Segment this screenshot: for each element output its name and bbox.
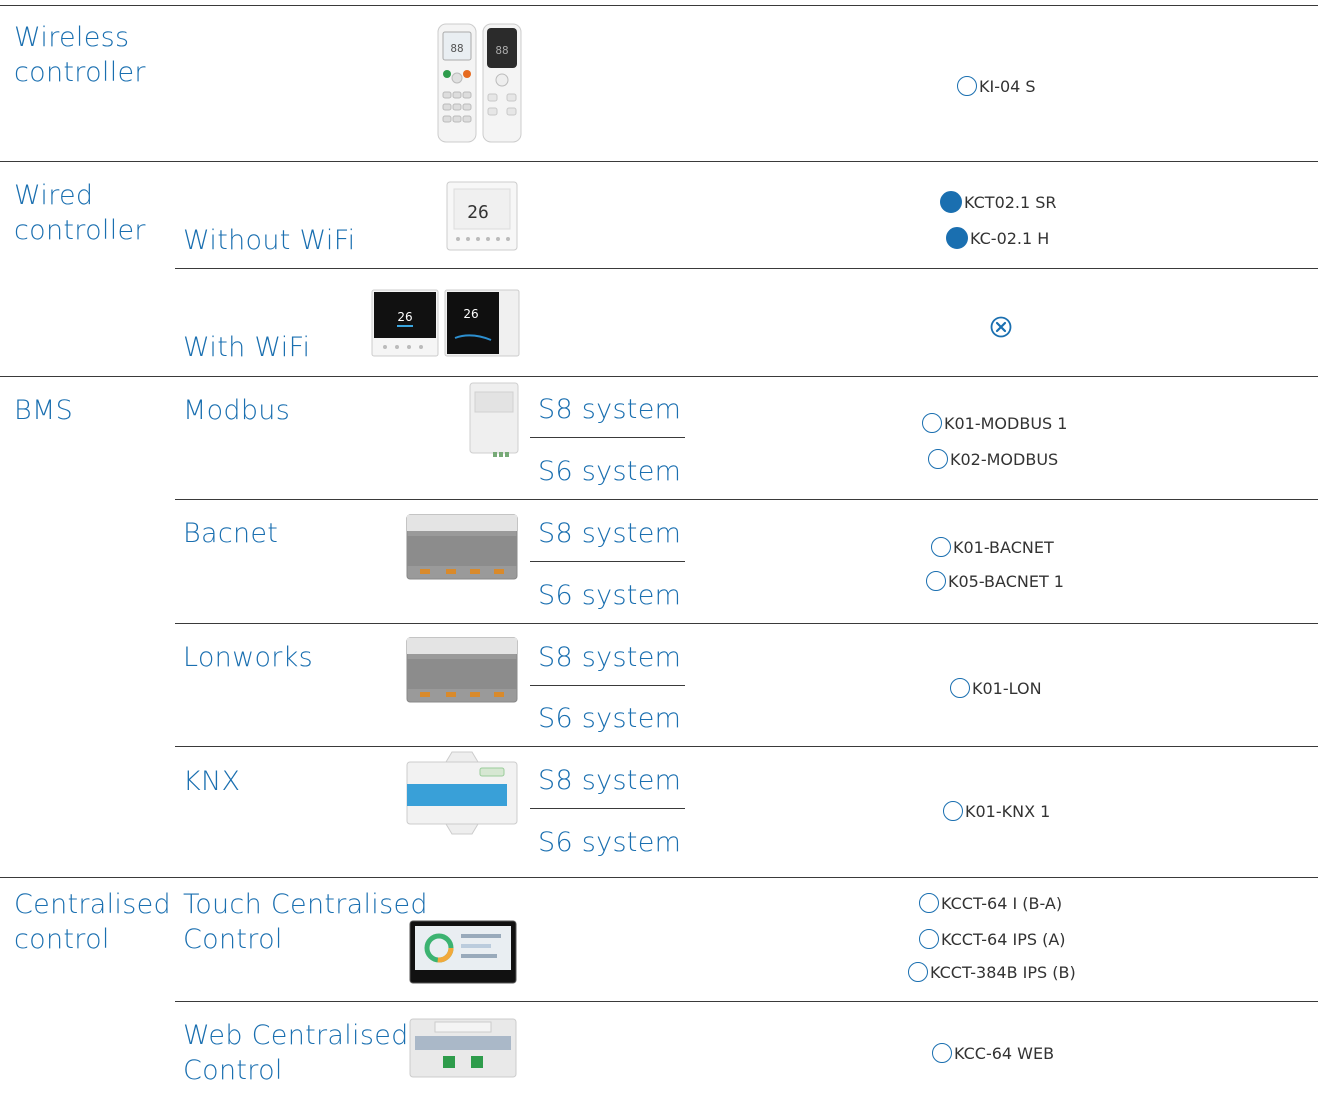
system-s8: S8 system: [538, 518, 682, 549]
wifi-controller-image: 26 26: [371, 289, 520, 357]
svg-text:88: 88: [495, 44, 508, 57]
model-code: KCT02.1 SR: [940, 191, 1057, 213]
label-bacnet: Bacnet: [183, 518, 279, 549]
web-gateway-image: [409, 1018, 517, 1078]
label-touch-centralised: Touch Centralised Control: [183, 889, 428, 955]
cross-circle-icon: [990, 316, 1012, 338]
optional-circle-icon: [932, 1043, 952, 1063]
model-code: KCC-64 WEB: [932, 1043, 1054, 1063]
svg-text:26: 26: [463, 307, 478, 321]
label-lonworks: Lonworks: [183, 642, 314, 673]
system-s6: S6 system: [538, 456, 682, 487]
model-code: K01-MODBUS 1: [922, 413, 1067, 433]
svg-text:26: 26: [467, 202, 489, 223]
category-centralised: Centralised control: [14, 889, 171, 955]
label-modbus: Modbus: [183, 395, 291, 426]
wired-controller-image: 26: [446, 181, 518, 251]
standard-dot-icon: [940, 191, 962, 213]
rule-knx: [175, 746, 1318, 747]
optional-circle-icon: [926, 571, 946, 591]
model-code: KCCT-384B IPS (B): [908, 962, 1076, 982]
system-divider: [530, 685, 685, 686]
optional-circle-icon: [919, 893, 939, 913]
label-with-wifi: With WiFi: [183, 332, 311, 363]
model-code: KCCT-64 IPS (A): [919, 929, 1066, 949]
optional-circle-icon: [943, 801, 963, 821]
optional-circle-icon: [950, 678, 970, 698]
system-s8: S8 system: [538, 642, 682, 673]
rule-bacnet: [175, 499, 1318, 500]
bacnet-gateway-image: [406, 514, 518, 580]
rule-bms: [0, 376, 1318, 377]
label-without-wifi: Without WiFi: [183, 225, 356, 256]
rule-top: [0, 5, 1318, 6]
rule-wired: [0, 161, 1318, 162]
optional-circle-icon: [931, 537, 951, 557]
rule-lonworks: [175, 623, 1318, 624]
knx-gateway-image: [406, 751, 518, 835]
system-s6: S6 system: [538, 827, 682, 858]
lonworks-gateway-image: [406, 637, 518, 703]
rule-central: [0, 877, 1318, 878]
optional-circle-icon: [908, 962, 928, 982]
model-code: K01-KNX 1: [943, 801, 1050, 821]
remote-controller-image: 88 88: [437, 23, 522, 143]
label-knx: KNX: [183, 766, 241, 797]
optional-circle-icon: [919, 929, 939, 949]
category-bms: BMS: [14, 395, 74, 426]
optional-circle-icon: [928, 449, 948, 469]
model-code: KCCT-64 I (B-A): [919, 893, 1062, 913]
system-s8: S8 system: [538, 765, 682, 796]
system-divider: [530, 808, 685, 809]
optional-circle-icon: [922, 413, 942, 433]
category-wireless: Wireless controller: [14, 22, 146, 88]
model-code: KC-02.1 H: [946, 227, 1049, 249]
model-code: K02-MODBUS: [928, 449, 1058, 469]
optional-circle-icon: [957, 76, 977, 96]
system-divider: [530, 561, 685, 562]
rule-wifi: [175, 268, 1318, 269]
system-s8: S8 system: [538, 394, 682, 425]
system-divider: [530, 437, 685, 438]
label-web-centralised: Web Centralised Control: [183, 1020, 409, 1086]
model-code: KI-04 S: [957, 76, 1036, 96]
model-code: K01-BACNET: [931, 537, 1054, 557]
category-wired: Wired controller: [14, 180, 146, 246]
modbus-gateway-image: [469, 382, 519, 457]
touch-screen-image: [409, 920, 517, 984]
svg-text:88: 88: [450, 42, 463, 55]
model-code: K05-BACNET 1: [926, 571, 1064, 591]
system-s6: S6 system: [538, 703, 682, 734]
system-s6: S6 system: [538, 580, 682, 611]
model-code: K01-LON: [950, 678, 1042, 698]
standard-dot-icon: [946, 227, 968, 249]
svg-text:26: 26: [397, 310, 412, 324]
rule-web: [175, 1001, 1318, 1002]
